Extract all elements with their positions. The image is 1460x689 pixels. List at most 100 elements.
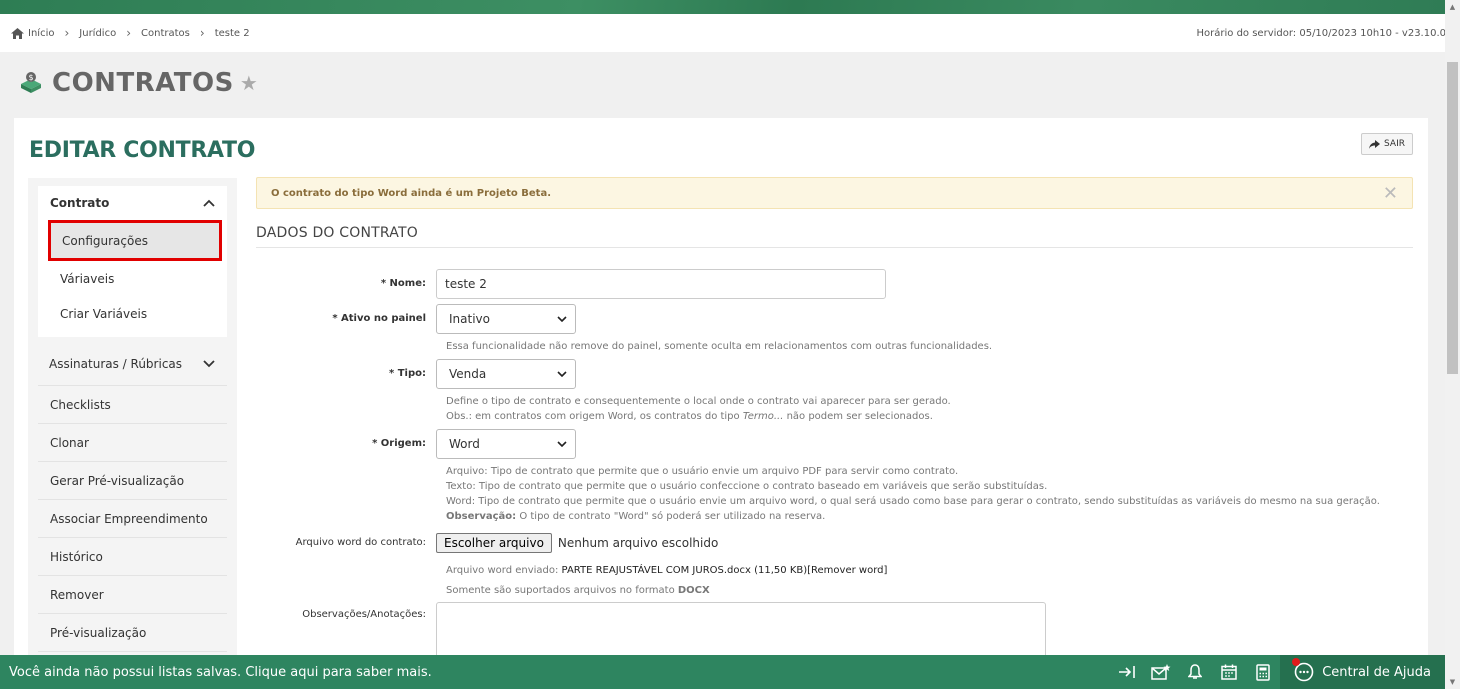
sidebar-items: Assinaturas / Rúbricas Checklists Clonar… — [38, 342, 227, 652]
arquivo-support: Somente são suportados arquivos no forma… — [446, 585, 710, 596]
choose-file-button[interactable]: Escolher arquivo — [436, 533, 552, 553]
scrollbar-thumb[interactable] — [1447, 62, 1458, 374]
origem-help-line4: Observação: O tipo de contrato "Word" só… — [446, 511, 826, 522]
chevron-down-icon — [557, 441, 567, 447]
tipo-label: * Tipo: — [389, 368, 426, 379]
chevron-up-icon — [203, 199, 215, 207]
arquivo-label: Arquivo word do contrato: — [295, 537, 426, 548]
ativo-select-value: Inativo — [449, 312, 490, 326]
contract-icon: $ — [21, 72, 41, 93]
arquivo-sent: Arquivo word enviado: PARTE REAJUSTÁVEL … — [446, 563, 887, 578]
saved-lists-message[interactable]: Você ainda não possui listas salvas. Cli… — [0, 665, 1110, 680]
favorite-star-icon[interactable]: ★ — [240, 71, 258, 95]
breadcrumb-contratos[interactable]: Contratos — [141, 28, 190, 39]
sidebar-item-pre-visualizacao[interactable]: Pré-visualização — [38, 614, 227, 652]
exit-button[interactable]: SAIR — [1361, 133, 1413, 155]
origem-label: * Origem: — [372, 438, 426, 449]
sidebar-item-label: Checklists — [50, 397, 111, 412]
row-nome: * Nome: teste 2 — [256, 269, 886, 299]
breadcrumb-juridico[interactable]: Jurídico — [79, 28, 116, 39]
sidebar-item-label: Associar Empreendimento — [50, 511, 208, 526]
sidebar-item-associar-empreendimento[interactable]: Associar Empreendimento — [38, 500, 227, 538]
arquivo-sent-label: Arquivo word enviado: — [446, 565, 562, 576]
close-icon[interactable]: ✕ — [1383, 183, 1398, 204]
sidebar-group-header[interactable]: Contrato — [38, 186, 227, 220]
bell-icon[interactable] — [1178, 655, 1212, 689]
sidebar-item-label: Pré-visualização — [50, 625, 147, 640]
collapse-icon[interactable] — [1110, 655, 1144, 689]
row-arquivo: Arquivo word do contrato: Escolher arqui… — [256, 533, 718, 553]
sidebar-item-checklists[interactable]: Checklists — [38, 386, 227, 424]
origem-help: Arquivo: Tipo de contrato que permite qu… — [446, 464, 1380, 524]
scroll-up-icon[interactable]: ▲ — [1445, 0, 1460, 14]
tipo-select[interactable]: Venda — [436, 359, 576, 389]
origem-help-line2: Texto: Tipo de contrato que permite que … — [446, 481, 1048, 492]
row-origem: * Origem: Word — [256, 429, 576, 459]
origem-select-value: Word — [449, 437, 480, 451]
sidebar-item-label: Clonar — [50, 435, 89, 450]
arquivo-sent-link[interactable]: PARTE REAJUSTÁVEL COM JUROS.docx (11,50 … — [562, 565, 888, 576]
origem-select[interactable]: Word — [436, 429, 576, 459]
beta-alert: O contrato do tipo Word ainda é um Proje… — [256, 177, 1413, 209]
sidebar-item-clonar[interactable]: Clonar — [38, 424, 227, 462]
server-time: Horário do servidor: 05/10/2023 10h10 - … — [1196, 28, 1446, 39]
sidebar: Contrato Configurações Váriaveis Criar V… — [28, 178, 237, 678]
main-content: O contrato do tipo Word ainda é um Proje… — [256, 177, 1413, 662]
page-title-text: CONTRATOS — [52, 68, 234, 98]
sidebar-item-historico[interactable]: Histórico — [38, 538, 227, 576]
calculator-icon[interactable] — [1246, 655, 1280, 689]
footer-bar: Você ainda não possui listas salvas. Cli… — [0, 655, 1445, 689]
tipo-help-line1: Define o tipo de contrato e consequentem… — [446, 396, 951, 407]
breadcrumb-home-label: Início — [28, 27, 55, 39]
sidebar-item-remover[interactable]: Remover — [38, 576, 227, 614]
origem-help-line1: Arquivo: Tipo de contrato que permite qu… — [446, 466, 959, 477]
ativo-help: Essa funcionalidade não remove do painel… — [446, 341, 993, 352]
sidebar-item-assinaturas[interactable]: Assinaturas / Rúbricas — [38, 342, 227, 386]
chevron-right-icon: › — [126, 26, 132, 40]
ativo-label: * Ativo no painel — [332, 313, 426, 324]
scroll-down-icon[interactable]: ▼ — [1445, 675, 1460, 689]
breadcrumb-current: teste 2 — [214, 27, 250, 39]
row-ativo: * Ativo no painel Inativo — [256, 304, 576, 334]
section-title: DADOS DO CONTRATO — [256, 225, 1413, 248]
ativo-select[interactable]: Inativo — [436, 304, 576, 334]
help-center-label: Central de Ajuda — [1322, 664, 1431, 680]
calendar-icon[interactable] — [1212, 655, 1246, 689]
sidebar-item-variaveis[interactable]: Váriaveis — [38, 261, 227, 296]
share-arrow-icon — [1369, 139, 1381, 149]
chevron-down-icon — [203, 359, 215, 367]
chevron-down-icon — [557, 316, 567, 322]
home-icon — [11, 27, 24, 39]
chevron-right-icon: › — [64, 26, 70, 40]
edit-card: EDITAR CONTRATO SAIR Contrato Configuraç… — [14, 118, 1428, 678]
sidebar-item-label: Assinaturas / Rúbricas — [49, 356, 183, 371]
mail-star-icon[interactable] — [1144, 655, 1178, 689]
sidebar-item-label: Histórico — [50, 549, 103, 564]
sidebar-item-label: Gerar Pré-visualização — [50, 473, 185, 488]
row-observacoes: Observações/Anotações: — [256, 602, 1046, 662]
row-tipo: * Tipo: Venda — [256, 359, 576, 389]
sidebar-group-label: Contrato — [50, 196, 110, 210]
svg-text:$: $ — [28, 73, 33, 82]
observacoes-textarea[interactable] — [436, 602, 1046, 662]
sidebar-item-gerar-pre-visualizacao[interactable]: Gerar Pré-visualização — [38, 462, 227, 500]
top-accent-bar — [0, 0, 1445, 14]
edit-title: EDITAR CONTRATO — [29, 138, 256, 163]
sidebar-group-contrato: Contrato Configurações Váriaveis Criar V… — [38, 186, 227, 337]
page-title: $ CONTRATOS ★ — [18, 68, 258, 98]
tipo-help: Define o tipo de contrato e consequentem… — [446, 394, 951, 424]
origem-help-line3: Word: Tipo de contrato que permite que o… — [446, 496, 1380, 507]
sidebar-item-configuracoes[interactable]: Configurações — [48, 220, 222, 261]
tipo-select-value: Venda — [449, 367, 487, 381]
tipo-help-line2: Obs.: em contratos com origem Word, os c… — [446, 411, 933, 422]
help-center-button[interactable]: Central de Ajuda — [1280, 655, 1445, 689]
nome-input[interactable]: teste 2 — [436, 269, 886, 299]
chevron-down-icon — [557, 371, 567, 377]
page-scrollbar[interactable]: ▲ ▼ — [1445, 0, 1460, 689]
sidebar-item-criar-variaveis[interactable]: Criar Variáveis — [38, 296, 227, 331]
alert-text: O contrato do tipo Word ainda é um Proje… — [271, 187, 552, 199]
nome-label: * Nome: — [380, 278, 426, 289]
sidebar-item-label: Remover — [50, 587, 104, 602]
breadcrumb-home[interactable]: Início — [11, 27, 55, 39]
exit-label: SAIR — [1384, 139, 1405, 149]
